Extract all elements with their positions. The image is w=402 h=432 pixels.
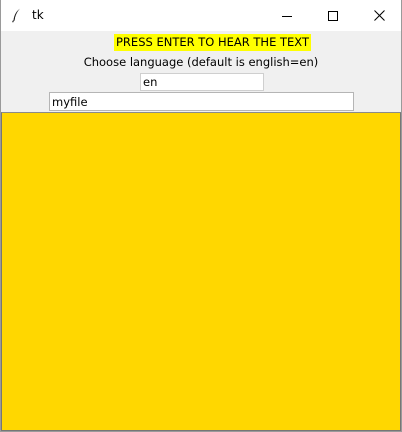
instruction-label: PRESS ENTER TO HEAR THE TEXT [114, 34, 311, 51]
window-title: tk [32, 8, 44, 22]
client-area: PRESS ENTER TO HEAR THE TEXT Choose lang… [1, 31, 401, 431]
minimize-button[interactable] [264, 0, 310, 31]
filename-input[interactable] [49, 92, 354, 111]
title-bar[interactable]: tk [1, 0, 401, 31]
language-label: Choose language (default is english=en) [83, 55, 319, 69]
maximize-button[interactable] [310, 0, 356, 31]
close-icon [373, 6, 385, 25]
language-input[interactable] [140, 73, 264, 91]
maximize-icon [328, 6, 338, 25]
close-button[interactable] [356, 0, 401, 31]
minimize-icon [282, 6, 292, 25]
feather-icon [9, 7, 25, 23]
app-window: tk PRESS ENTER TO HEAR THE TEXT Choose l… [0, 0, 402, 432]
text-input-area[interactable] [1, 112, 401, 431]
